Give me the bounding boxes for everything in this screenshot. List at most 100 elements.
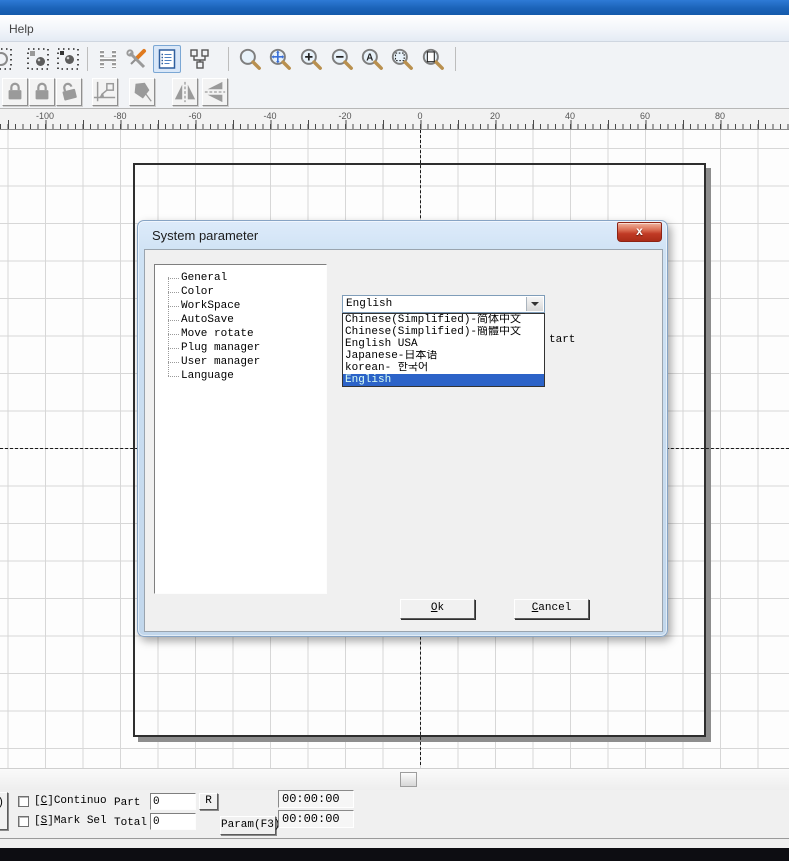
language-option[interactable]: Japanese-日本语 [343,350,544,362]
magnifier-select-icon [389,46,415,72]
select-tool-button[interactable] [0,45,15,73]
ok-button-label: O [431,602,438,614]
unlock-icon [55,78,82,107]
object-structure-button[interactable] [186,45,214,73]
zoom-tool-button[interactable] [236,45,264,73]
rotate-tool-button[interactable] [129,78,155,106]
transform-toolbar [0,76,789,108]
reset-count-button[interactable]: R [199,793,218,810]
dialog-client-area: GeneralColorWorkSpaceAutoSaveMove rotate… [144,249,663,632]
mark-selected-checkbox[interactable] [18,816,29,827]
language-option[interactable]: English [343,374,544,386]
language-combobox[interactable]: English [342,295,545,313]
taskbar-strip [0,848,789,861]
move-to-origin-button[interactable] [92,78,118,106]
main-toolbar: A [0,42,789,76]
system-parameter-dialog: System parameter x GeneralColorWorkSpace… [137,220,668,637]
magnifier-page-icon [420,46,446,72]
tree-item-workspace[interactable]: WorkSpace [155,299,326,313]
lock-icon [31,80,53,104]
wrench-screwdriver-icon [125,47,149,71]
tree-item-general[interactable]: General [155,271,326,285]
mark-control-bar: ) [C]Continuo [S]Mark Sel Part R Total P… [0,790,789,838]
menu-help[interactable]: Help [4,20,39,38]
parameter-list-icon [155,47,179,71]
unlock-button[interactable] [56,78,82,106]
tree-item-user-manager[interactable]: User manager [155,355,326,369]
lock-y-button[interactable] [29,78,55,106]
dialog-title: System parameter [152,228,258,243]
part-count-input[interactable] [150,793,196,810]
horizontal-ruler: -100 -80 -60 -40 -20 0 20 40 60 80 [0,108,789,130]
system-parameter-button[interactable] [153,45,181,73]
ruler-label: -100 [36,111,54,121]
zoom-out-button[interactable] [328,45,356,73]
rotate-shape-icon [130,80,154,104]
node-edit-button[interactable] [24,45,52,73]
ruler-label: -60 [188,111,201,121]
language-option[interactable]: Chinese(Simplified)-簡體中文 [343,326,544,338]
language-option[interactable]: korean- 한국어 [343,362,544,374]
scrollbar-thumb[interactable] [400,772,417,787]
tree-item-autosave[interactable]: AutoSave [155,313,326,327]
mirror-horizontal-button[interactable] [202,78,228,106]
ruler-label: 20 [490,111,500,121]
horizontal-scrollbar[interactable] [0,768,789,790]
hatch-icon [96,47,120,71]
toolbar-separator [87,47,88,71]
total-label: Total [114,817,147,829]
tree-item-plug-manager[interactable]: Plug manager [155,341,326,355]
language-list: Chinese(Simplified)-简体中文Chinese(Simplifi… [342,313,545,387]
statusbar-lower-strip [0,838,789,848]
menu-bar: Help [0,15,789,42]
language-combobox-value: English [346,298,392,310]
zoom-in-button[interactable] [297,45,325,73]
tree-item-move-rotate[interactable]: Move rotate [155,327,326,341]
zoom-all-button[interactable]: A [358,45,386,73]
occluded-restart-text: tart [549,334,575,346]
continuous-checkbox-label[interactable]: [C]Continuo [34,795,107,807]
ruler-label: 60 [640,111,650,121]
settings-tree-panel: GeneralColorWorkSpaceAutoSaveMove rotate… [154,264,327,594]
magnifier-plain-icon [237,46,263,72]
ok-button[interactable]: Ok [400,599,475,619]
origin-icon [93,80,117,104]
tools-button[interactable] [123,45,151,73]
mark-button-partial[interactable]: ) [0,792,8,830]
node-add-button[interactable] [54,45,82,73]
cancel-button[interactable]: Cancel [514,599,589,619]
window-titlebar [0,0,789,15]
settings-tree: GeneralColorWorkSpaceAutoSaveMove rotate… [155,271,326,383]
chevron-down-icon [531,302,539,306]
node-structure-icon [187,47,213,71]
continuous-checkbox[interactable] [18,796,29,807]
ruler-label: -40 [263,111,276,121]
total-count-input[interactable] [150,813,196,830]
part-time-display: 00:00:00 [278,790,354,808]
ruler-label: 80 [715,111,725,121]
ruler-label: 40 [565,111,575,121]
ruler-label: 0 [417,111,422,121]
part-label: Part [114,797,140,809]
hatch-button[interactable] [94,45,122,73]
app-window: Help [0,0,789,861]
toolbar-separator [455,47,456,71]
magnifier-in-icon [298,46,324,72]
tree-item-color[interactable]: Color [155,285,326,299]
zoom-pan-button[interactable] [266,45,294,73]
toolbar-separator [228,47,229,71]
dialog-close-button[interactable]: x [617,222,662,242]
ruler-label: -20 [338,111,351,121]
mirror-vertical-button[interactable] [172,78,198,106]
language-option[interactable]: English USA [343,338,544,350]
ruler-label: -80 [113,111,126,121]
zoom-selection-button[interactable] [388,45,416,73]
zoom-page-button[interactable] [419,45,447,73]
lock-x-button[interactable] [2,78,28,106]
mark-selected-checkbox-label[interactable]: [S]Mark Sel [34,815,107,827]
language-option[interactable]: Chinese(Simplified)-简体中文 [343,314,544,326]
tree-item-language[interactable]: Language [155,369,326,383]
marquee-circle-icon [0,47,13,71]
param-f3-button[interactable]: Param(F3) [220,816,276,835]
combobox-dropdown-button[interactable] [526,297,543,311]
